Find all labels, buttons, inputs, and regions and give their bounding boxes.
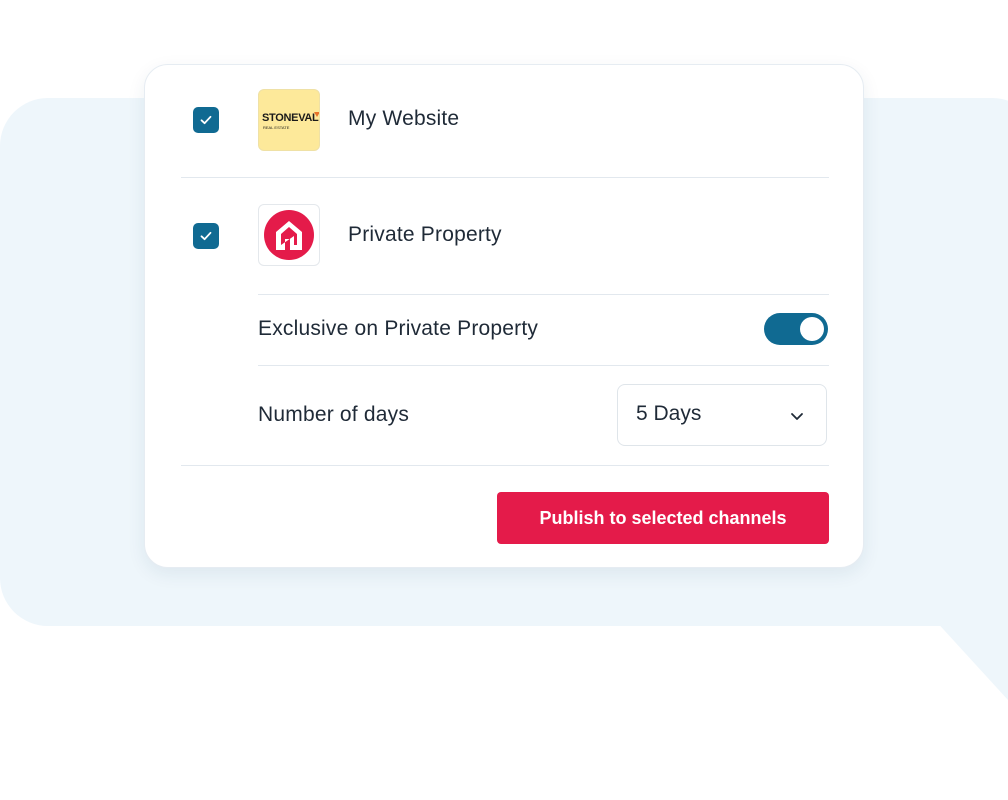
divider — [258, 365, 829, 366]
exclusive-toggle[interactable] — [764, 313, 828, 345]
background-bubble-tail — [880, 560, 1008, 700]
number-of-days-select[interactable]: 5 Days — [617, 384, 827, 446]
stonevale-accent-mark — [314, 112, 319, 117]
checkmark-icon — [200, 115, 212, 125]
stonevale-brand-text: STONEVALE — [262, 112, 320, 124]
private-property-label: Private Property — [348, 223, 502, 246]
divider — [181, 177, 829, 178]
chevron-down-icon — [791, 413, 803, 420]
publish-channels-card: STONEVALE REAL ESTATE My Website Private… — [144, 64, 864, 568]
number-of-days-label: Number of days — [258, 403, 410, 426]
divider — [181, 465, 829, 466]
number-of-days-value: 5 Days — [636, 402, 702, 425]
toggle-knob — [800, 317, 824, 341]
stonevale-tagline-text: REAL ESTATE — [263, 125, 290, 130]
private-property-house-icon — [264, 210, 314, 260]
exclusive-label: Exclusive on Private Property — [258, 317, 539, 340]
my-website-checkbox[interactable] — [193, 107, 219, 133]
stonevale-logo: STONEVALE REAL ESTATE — [258, 89, 320, 151]
divider — [258, 294, 829, 295]
publish-button[interactable]: Publish to selected channels — [497, 492, 829, 544]
private-property-logo — [258, 204, 320, 266]
my-website-label: My Website — [348, 107, 460, 130]
private-property-checkbox[interactable] — [193, 223, 219, 249]
checkmark-icon — [200, 231, 212, 241]
